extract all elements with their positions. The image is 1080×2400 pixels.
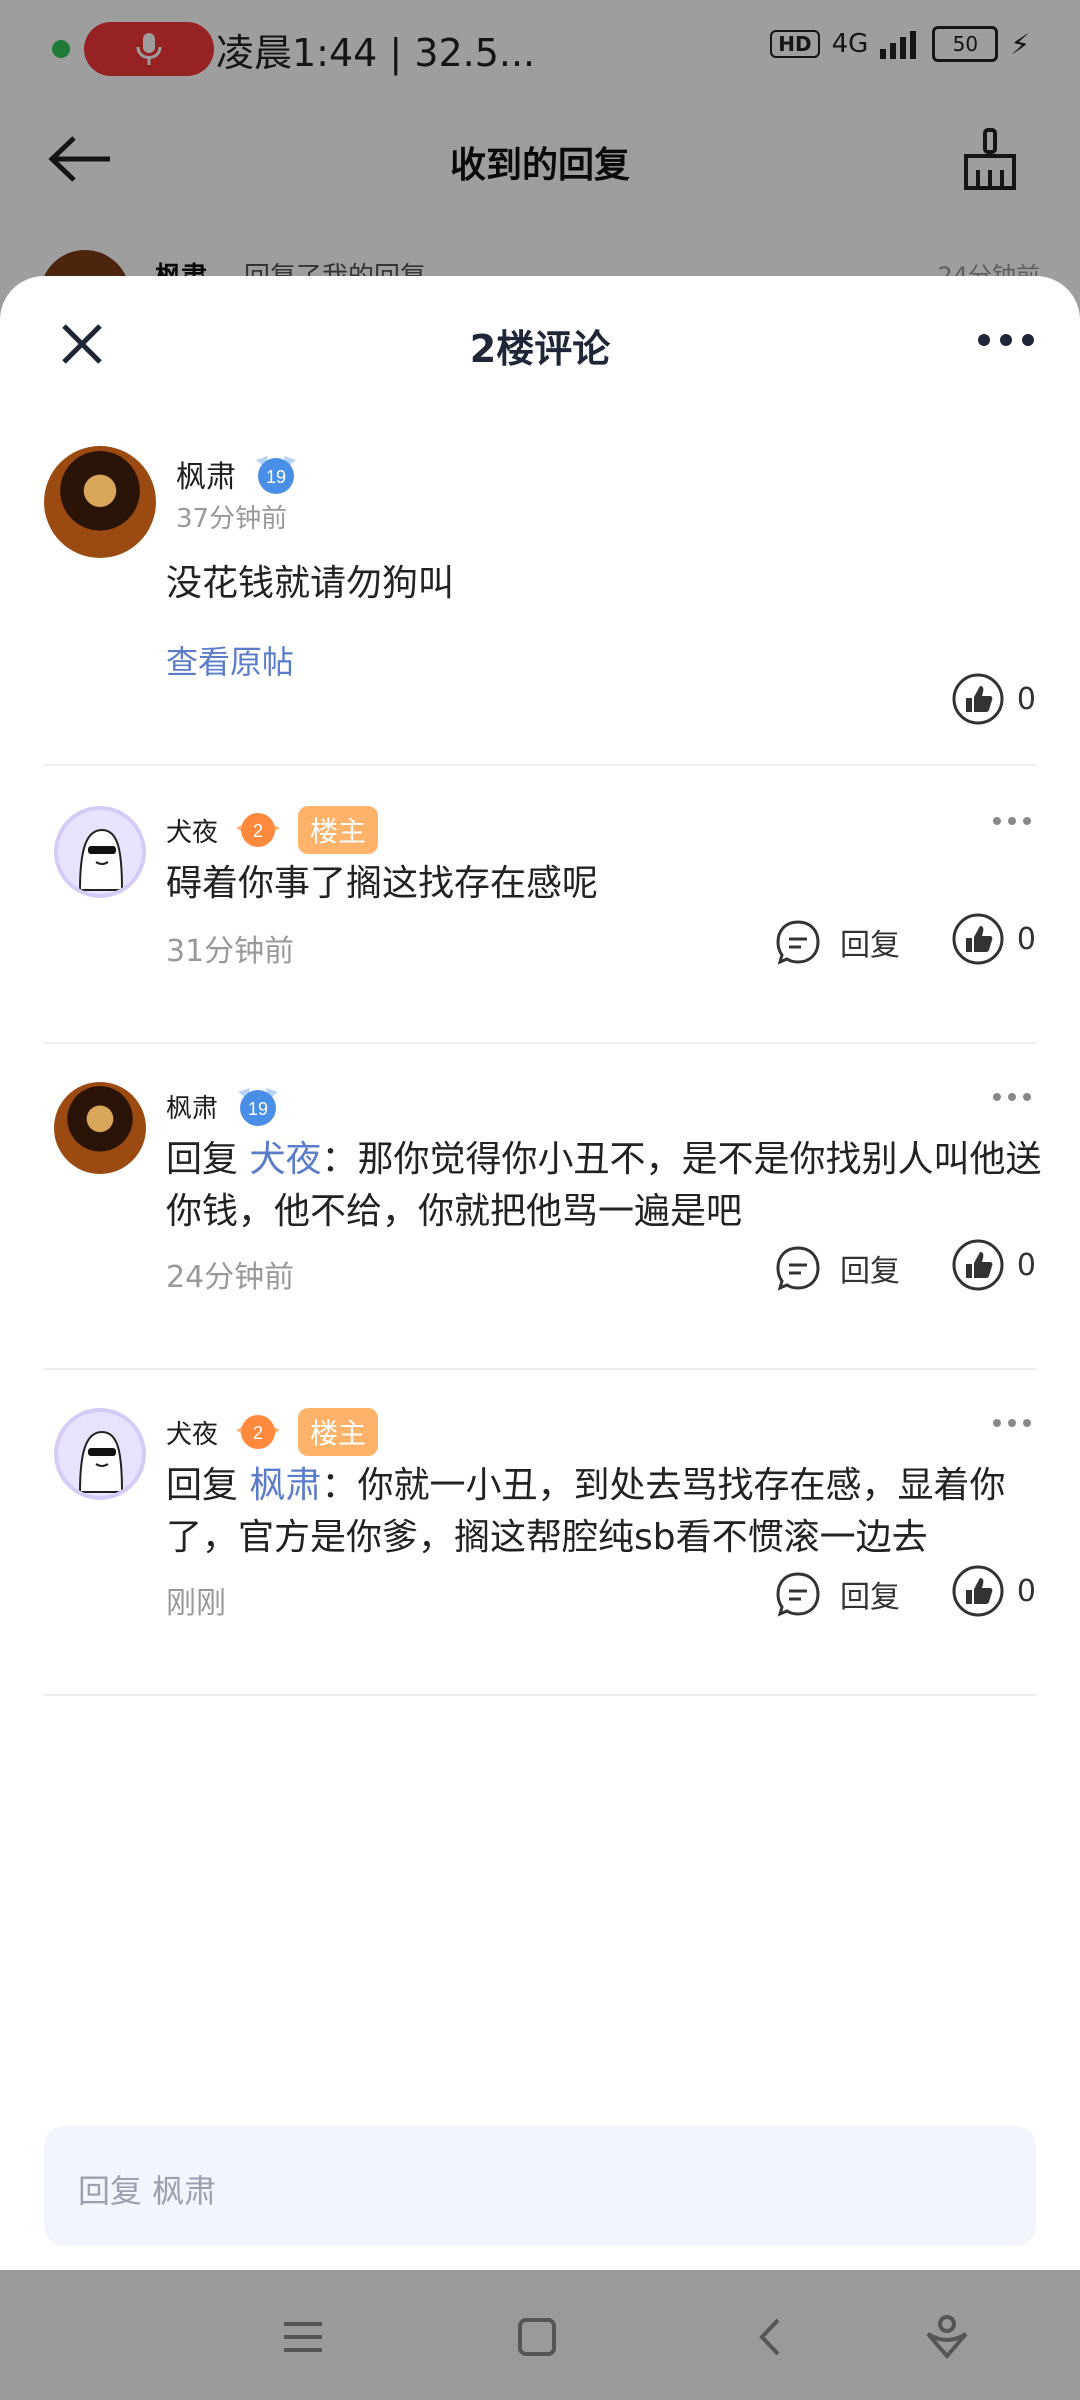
more-icon[interactable]	[992, 814, 1032, 828]
level-badge: 2	[232, 1408, 284, 1456]
like-button[interactable]: 0	[951, 672, 1036, 726]
divider	[44, 1368, 1036, 1370]
reply-to-user[interactable]: 枫肃	[249, 1465, 321, 1506]
comment-time: 31分钟前	[166, 934, 295, 969]
main-comment: 枫肃 19 37分钟前 没花钱就请勿狗叫 查看原帖 0	[0, 446, 1080, 786]
owner-tag: 楼主	[298, 1408, 379, 1456]
ghost-avatar-icon	[78, 1430, 124, 1493]
level-number: 2	[253, 1423, 263, 1443]
sheet-header: 2楼评论	[0, 276, 1080, 406]
level-badge: 19	[232, 1082, 284, 1130]
main-comment-user: 枫肃 19	[176, 450, 302, 498]
like-button[interactable]: 0	[951, 1238, 1036, 1292]
like-button[interactable]: 0	[951, 912, 1036, 966]
comment-icon	[776, 920, 820, 965]
more-icon[interactable]	[992, 1416, 1032, 1430]
avatar[interactable]	[54, 1082, 146, 1174]
comment-time: 37分钟前	[176, 504, 288, 534]
reply-button[interactable]: 回复	[774, 1244, 900, 1292]
comment-sheet: 2楼评论 枫肃 19 37分钟前 没花钱就请勿狗叫 查看原帖 0 犬夜 2 楼主…	[0, 276, 1080, 2270]
owner-tag: 楼主	[298, 806, 379, 854]
view-original-link[interactable]: 查看原帖	[166, 636, 294, 688]
list-item: 犬夜 2 楼主 回复 枫肃：你就一小丑，到处去骂找存在感，显着你了，官方是你爹，…	[0, 1408, 1080, 1688]
reply-button[interactable]: 回复	[774, 918, 900, 966]
like-count: 0	[1016, 1247, 1036, 1283]
level-badge: 19	[250, 450, 302, 498]
reply-input[interactable]: 回复 枫肃	[44, 2126, 1036, 2246]
reply-input-placeholder: 回复 枫肃	[78, 2172, 217, 2210]
username[interactable]: 犬夜	[166, 812, 218, 849]
comment-icon	[776, 1572, 820, 1617]
more-icon[interactable]	[992, 1090, 1032, 1104]
level-number: 19	[248, 1099, 268, 1119]
list-item: 犬夜 2 楼主 碍着你事了搁这找存在感呢 31分钟前 回复 0	[0, 806, 1080, 1036]
sheet-title: 2楼评论	[469, 327, 611, 371]
divider	[44, 1042, 1036, 1044]
divider	[44, 764, 1036, 766]
reply-label: 回复	[840, 1254, 900, 1289]
reply-prefix: 回复	[166, 1465, 239, 1506]
avatar[interactable]	[54, 806, 146, 898]
reply-prefix: 回复	[166, 1139, 239, 1180]
assistant-icon[interactable]	[922, 2312, 972, 2362]
ghost-avatar-icon	[78, 828, 124, 891]
comment-text: 碍着你事了搁这找存在感呢	[166, 863, 599, 904]
back-chevron-icon[interactable]	[746, 2312, 796, 2362]
thumb-up-icon	[952, 1565, 1004, 1617]
reply-to-user[interactable]: 犬夜	[249, 1139, 321, 1180]
like-button[interactable]: 0	[951, 1564, 1036, 1618]
level-number: 19	[266, 467, 286, 487]
list-item: 枫肃 19 回复 犬夜：那你觉得你小丑不，是不是你找别人叫他送你钱，他不给，你就…	[0, 1082, 1080, 1362]
reply-label: 回复	[840, 928, 900, 963]
reply-user: 犬夜 2 楼主	[166, 1408, 379, 1456]
comment-text: 没花钱就请勿狗叫	[166, 563, 455, 604]
comment-time: 刚刚	[166, 1586, 226, 1621]
reply-button[interactable]: 回复	[774, 1570, 900, 1618]
like-count: 0	[1016, 921, 1036, 957]
comment-text: 回复 枫肃：你就一小丑，到处去骂找存在感，显着你了，官方是你爹，搁这帮腔纯sb看…	[166, 1460, 1046, 1564]
avatar[interactable]	[44, 446, 156, 558]
username[interactable]: 枫肃	[176, 452, 236, 496]
home-square-icon[interactable]	[512, 2312, 562, 2362]
like-count: 0	[1016, 681, 1036, 717]
menu-icon[interactable]	[278, 2312, 328, 2362]
more-icon[interactable]	[976, 328, 1036, 352]
username[interactable]: 犬夜	[166, 1414, 218, 1451]
comment-icon	[776, 1246, 820, 1291]
avatar[interactable]	[54, 1408, 146, 1500]
level-badge: 2	[232, 806, 284, 854]
comment-text: 回复 犬夜：那你觉得你小丑不，是不是你找别人叫他送你钱，他不给，你就把他骂一遍是…	[166, 1134, 1046, 1238]
like-count: 0	[1016, 1573, 1036, 1609]
thumb-up-icon	[952, 913, 1004, 965]
reply-user: 枫肃 19	[166, 1082, 284, 1130]
level-number: 2	[253, 821, 263, 841]
comment-time: 24分钟前	[166, 1260, 295, 1295]
reply-user: 犬夜 2 楼主	[166, 806, 379, 854]
username[interactable]: 枫肃	[166, 1088, 218, 1125]
divider	[44, 1694, 1036, 1696]
thumb-up-icon	[952, 673, 1004, 725]
reply-label: 回复	[840, 1580, 900, 1615]
thumb-up-icon	[952, 1239, 1004, 1291]
system-navigation-bar	[0, 2270, 1080, 2400]
